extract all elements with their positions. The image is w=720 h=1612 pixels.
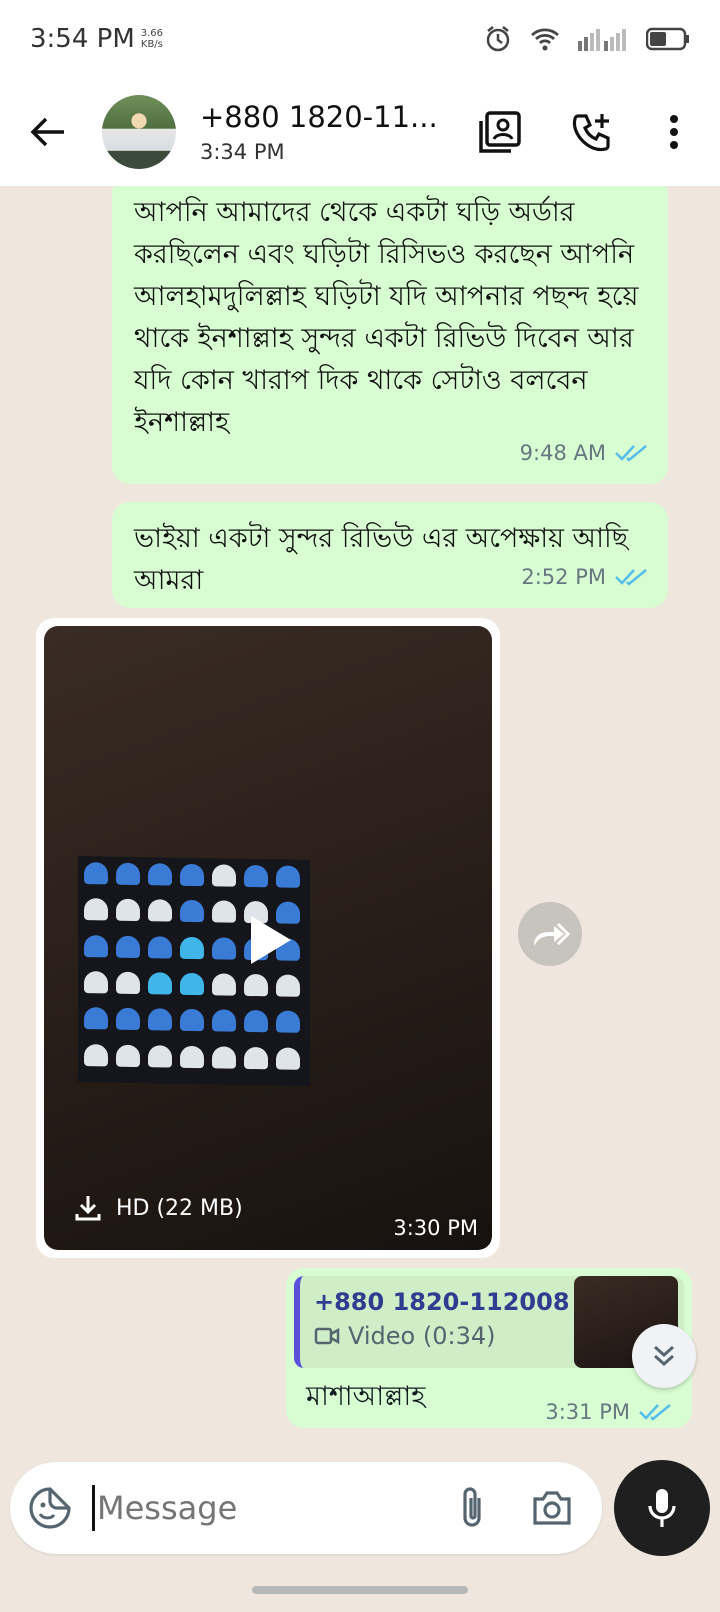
contact-card-icon bbox=[479, 111, 521, 153]
message-time: 9:48 AM bbox=[519, 441, 606, 465]
microphone-icon bbox=[648, 1489, 676, 1527]
arrow-left-icon bbox=[30, 117, 64, 147]
scroll-to-bottom-button[interactable] bbox=[632, 1324, 696, 1388]
message-bubble[interactable]: আপনি আমাদের থেকে একটা ঘড়ি অর্ডার করছিলে… bbox=[112, 186, 668, 484]
contact-name: +880 1820-11... bbox=[200, 100, 438, 134]
video-thumbnail[interactable]: HD (22 MB) 3:30 PM bbox=[44, 626, 492, 1250]
network-speed: 3.66 KB/s bbox=[140, 28, 164, 50]
camera-icon[interactable] bbox=[531, 1489, 573, 1527]
avatar[interactable] bbox=[102, 95, 176, 169]
text-cursor bbox=[92, 1485, 95, 1531]
status-bar: 3:54 PM 3.66 KB/s bbox=[0, 0, 720, 78]
message-time: 3:31 PM bbox=[545, 1400, 630, 1424]
chat-area[interactable]: আপনি আমাদের থেকে একটা ঘড়ি অর্ডার করছিলে… bbox=[0, 186, 720, 1462]
download-button[interactable]: HD (22 MB) bbox=[74, 1194, 243, 1222]
status-time: 3:54 PM bbox=[30, 24, 135, 54]
double-check-icon bbox=[615, 569, 647, 586]
chat-header: +880 1820-11... 3:34 PM bbox=[0, 78, 720, 186]
forward-icon bbox=[534, 922, 570, 946]
double-check-icon bbox=[639, 1404, 671, 1421]
message-composer bbox=[10, 1462, 602, 1554]
voice-record-button[interactable] bbox=[614, 1460, 710, 1556]
last-seen: 3:34 PM bbox=[200, 140, 285, 164]
video-size-label: HD (22 MB) bbox=[116, 1195, 243, 1221]
message-input[interactable] bbox=[97, 1489, 417, 1527]
chevrons-down-icon bbox=[654, 1345, 674, 1367]
alarm-icon bbox=[486, 26, 510, 52]
more-options-button[interactable] bbox=[644, 102, 704, 162]
forward-button[interactable] bbox=[518, 902, 582, 966]
phone-plus-icon bbox=[572, 114, 610, 152]
more-vert-icon bbox=[670, 115, 678, 149]
quoted-message[interactable]: +880 1820-112008 Video (0:34) bbox=[294, 1276, 684, 1368]
message-time: 3:30 PM bbox=[393, 1216, 478, 1240]
video-camera-icon bbox=[314, 1327, 340, 1345]
wifi-icon bbox=[531, 28, 559, 51]
reply-message[interactable]: +880 1820-112008 Video (0:34) মাশাআল্লাহ… bbox=[286, 1268, 692, 1428]
battery-icon bbox=[646, 27, 689, 51]
add-call-button[interactable] bbox=[562, 102, 622, 162]
video-message[interactable]: HD (22 MB) 3:30 PM bbox=[36, 618, 500, 1258]
contact-info[interactable]: +880 1820-11... 3:34 PM bbox=[200, 100, 440, 164]
message-time: 2:52 PM bbox=[521, 565, 606, 589]
contact-card-button[interactable] bbox=[470, 102, 530, 162]
download-icon bbox=[75, 1196, 101, 1221]
signal-icon bbox=[578, 29, 626, 51]
message-bubble[interactable]: ভাইয়া একটা সুন্দর রিভিউ এর অপেক্ষায় আছ… bbox=[112, 502, 668, 608]
quoted-type: Video (0:34) bbox=[348, 1322, 496, 1350]
attach-icon[interactable] bbox=[457, 1486, 487, 1530]
double-check-icon bbox=[615, 445, 647, 462]
play-icon bbox=[251, 916, 291, 964]
back-button[interactable] bbox=[18, 102, 78, 162]
play-button[interactable] bbox=[238, 908, 302, 972]
navigation-handle[interactable] bbox=[252, 1586, 468, 1594]
message-text: আপনি আমাদের থেকে একটা ঘড়ি অর্ডার করছিলে… bbox=[134, 197, 639, 438]
sticker-icon[interactable] bbox=[28, 1486, 72, 1530]
